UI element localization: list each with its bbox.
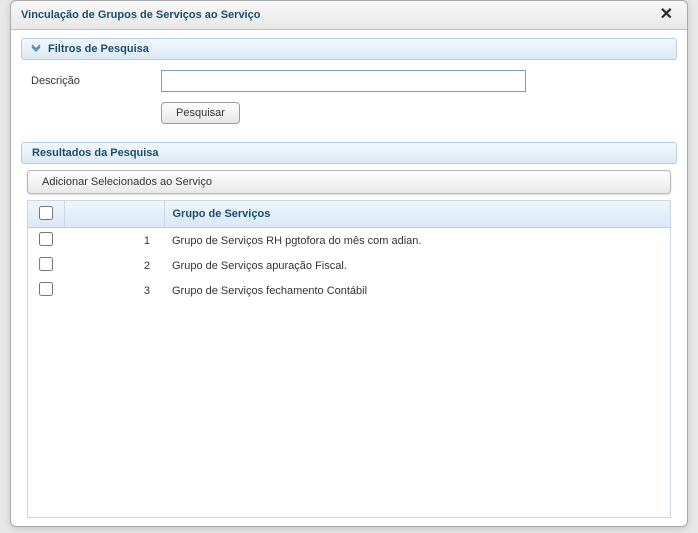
table-row: 2Grupo de Serviços apuração Fiscal.	[28, 253, 670, 278]
row-grupo: Grupo de Serviços fechamento Contábil	[164, 278, 670, 303]
header-grupo: Grupo de Serviços	[164, 201, 670, 228]
dialog-body: Filtros de Pesquisa Descrição Pesquisar …	[11, 30, 687, 526]
dialog-window: Vinculação de Grupos de Serviços ao Serv…	[10, 0, 688, 527]
row-checkbox-cell	[28, 278, 64, 303]
dialog-title: Vinculação de Grupos de Serviços ao Serv…	[21, 9, 260, 21]
close-icon[interactable]: ✕	[656, 7, 677, 23]
add-selected-button[interactable]: Adicionar Selecionados ao Serviço	[27, 170, 671, 194]
results-section-header: Resultados da Pesquisa	[21, 142, 677, 164]
header-checkbox-cell	[28, 201, 64, 228]
row-checkbox[interactable]	[39, 257, 53, 271]
filters-section-title: Filtros de Pesquisa	[48, 43, 149, 55]
descricao-label: Descrição	[31, 75, 161, 87]
results-table-wrap: Grupo de Serviços 1Grupo de Serviços RH …	[27, 200, 671, 518]
row-checkbox-cell	[28, 228, 64, 254]
descricao-input[interactable]	[161, 70, 526, 92]
table-row: 1Grupo de Serviços RH pgtofora do mês co…	[28, 228, 670, 254]
row-number: 2	[64, 253, 164, 278]
chevron-down-icon	[30, 43, 42, 55]
table-row: 3Grupo de Serviços fechamento Contábil	[28, 278, 670, 303]
row-grupo: Grupo de Serviços RH pgtofora do mês com…	[164, 228, 670, 254]
results-table: Grupo de Serviços 1Grupo de Serviços RH …	[28, 201, 670, 303]
row-checkbox[interactable]	[39, 232, 53, 246]
row-checkbox-cell	[28, 253, 64, 278]
row-checkbox[interactable]	[39, 282, 53, 296]
descricao-row: Descrição	[21, 70, 677, 92]
row-number: 3	[64, 278, 164, 303]
filters-section-header[interactable]: Filtros de Pesquisa	[21, 38, 677, 60]
table-header-row: Grupo de Serviços	[28, 201, 670, 228]
header-row-number	[64, 201, 164, 228]
results-section-title: Resultados da Pesquisa	[32, 147, 159, 159]
search-button[interactable]: Pesquisar	[161, 102, 240, 124]
dialog-header: Vinculação de Grupos de Serviços ao Serv…	[11, 1, 687, 30]
select-all-checkbox[interactable]	[39, 206, 53, 220]
row-grupo: Grupo de Serviços apuração Fiscal.	[164, 253, 670, 278]
row-number: 1	[64, 228, 164, 254]
search-button-row: Pesquisar	[21, 102, 677, 124]
